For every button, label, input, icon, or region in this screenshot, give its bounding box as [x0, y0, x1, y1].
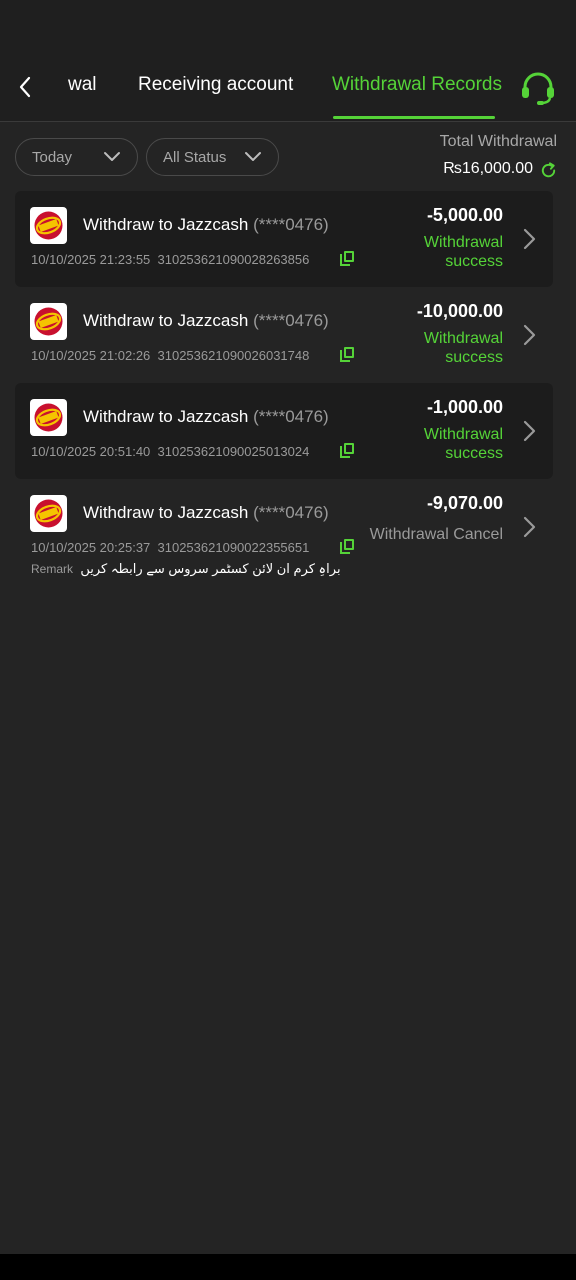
total-withdrawal-value: ₨16,000.00 — [443, 160, 533, 177]
record-amount: -10,000.00 — [416, 301, 503, 321]
remark-text: براہِ کرم ان لائن کسٹمر سروس سے رابطہ کر… — [80, 561, 341, 576]
copy-icon[interactable] — [340, 443, 354, 458]
record-status: Withdrawal success — [423, 330, 503, 366]
chevron-right-icon — [523, 228, 536, 250]
date-filter-value: Today — [32, 148, 73, 166]
withdrawal-record[interactable]: Withdraw to Jazzcash (****0476) 10/10/20… — [15, 191, 553, 287]
record-order-id: 310253621090025013024 — [157, 444, 310, 459]
refresh-icon[interactable] — [539, 161, 558, 180]
copy-icon[interactable] — [340, 347, 354, 362]
record-datetime: 10/10/2025 20:51:40 — [31, 444, 151, 459]
chevron-left-icon — [19, 76, 31, 98]
record-meta: 10/10/2025 20:51:40 31025362109002501302… — [31, 444, 309, 459]
record-order-id: 310253621090028263856 — [157, 252, 310, 267]
chevron-right-icon — [523, 420, 536, 442]
record-status: Withdrawal success — [423, 426, 503, 462]
active-tab-indicator — [333, 116, 495, 119]
tab-receiving-account[interactable]: Receiving account — [138, 74, 293, 96]
top-navigation: wal Receiving account Withdrawal Records — [0, 52, 576, 122]
headset-icon[interactable] — [518, 68, 558, 108]
record-title: Withdraw to Jazzcash (****0476) — [83, 215, 329, 234]
record-datetime: 10/10/2025 21:23:55 — [31, 252, 151, 267]
tab-withdrawal-records[interactable]: Withdrawal Records — [332, 74, 502, 96]
withdrawal-record[interactable]: Withdraw to Jazzcash (****0476) 10/10/20… — [15, 287, 553, 383]
chevron-down-icon — [104, 152, 120, 161]
record-account: (****0476) — [253, 503, 329, 522]
record-amount: -9,070.00 — [426, 493, 503, 513]
copy-icon[interactable] — [340, 251, 354, 266]
record-title: Withdraw to Jazzcash (****0476) — [83, 311, 329, 330]
chevron-right-icon — [523, 324, 536, 346]
record-account: (****0476) — [253, 311, 329, 330]
chevron-down-icon — [245, 152, 261, 161]
tab-withdrawal-partial[interactable]: wal — [68, 74, 97, 96]
jazz-logo — [30, 495, 67, 532]
back-button[interactable] — [10, 72, 40, 102]
record-remark: Remark براہِ کرم ان لائن کسٹمر سروس سے ر… — [31, 561, 341, 577]
record-account: (****0476) — [253, 407, 329, 426]
jazz-logo — [30, 399, 67, 436]
total-withdrawal-label: Total Withdrawal — [439, 133, 557, 150]
record-status: Withdrawal success — [423, 234, 503, 270]
record-datetime: 10/10/2025 21:02:26 — [31, 348, 151, 363]
chevron-right-icon — [523, 516, 536, 538]
jazz-logo — [30, 207, 67, 244]
record-meta: 10/10/2025 20:25:37 31025362109002235565… — [31, 540, 309, 555]
record-datetime: 10/10/2025 20:25:37 — [31, 540, 151, 555]
record-meta: 10/10/2025 21:23:55 31025362109002826385… — [31, 252, 309, 267]
status-filter-dropdown[interactable]: All Status — [146, 138, 279, 176]
record-title: Withdraw to Jazzcash (****0476) — [83, 503, 329, 522]
record-status: Withdrawal Cancel — [369, 526, 503, 543]
record-account: (****0476) — [253, 215, 329, 234]
record-amount: -5,000.00 — [426, 205, 503, 225]
status-bar — [0, 0, 576, 52]
record-title: Withdraw to Jazzcash (****0476) — [83, 407, 329, 426]
record-meta: 10/10/2025 21:02:26 31025362109002603174… — [31, 348, 309, 363]
system-navigation-bar — [0, 1254, 576, 1280]
record-order-id: 310253621090022355651 — [157, 540, 310, 555]
remark-label: Remark — [31, 562, 74, 576]
record-order-id: 310253621090026031748 — [157, 348, 310, 363]
jazz-logo — [30, 303, 67, 340]
withdrawal-record[interactable]: Withdraw to Jazzcash (****0476) 10/10/20… — [15, 383, 553, 479]
status-filter-value: All Status — [163, 148, 227, 166]
date-filter-dropdown[interactable]: Today — [15, 138, 138, 176]
record-amount: -1,000.00 — [426, 397, 503, 417]
withdrawal-record[interactable]: Withdraw to Jazzcash (****0476) 10/10/20… — [15, 479, 553, 587]
